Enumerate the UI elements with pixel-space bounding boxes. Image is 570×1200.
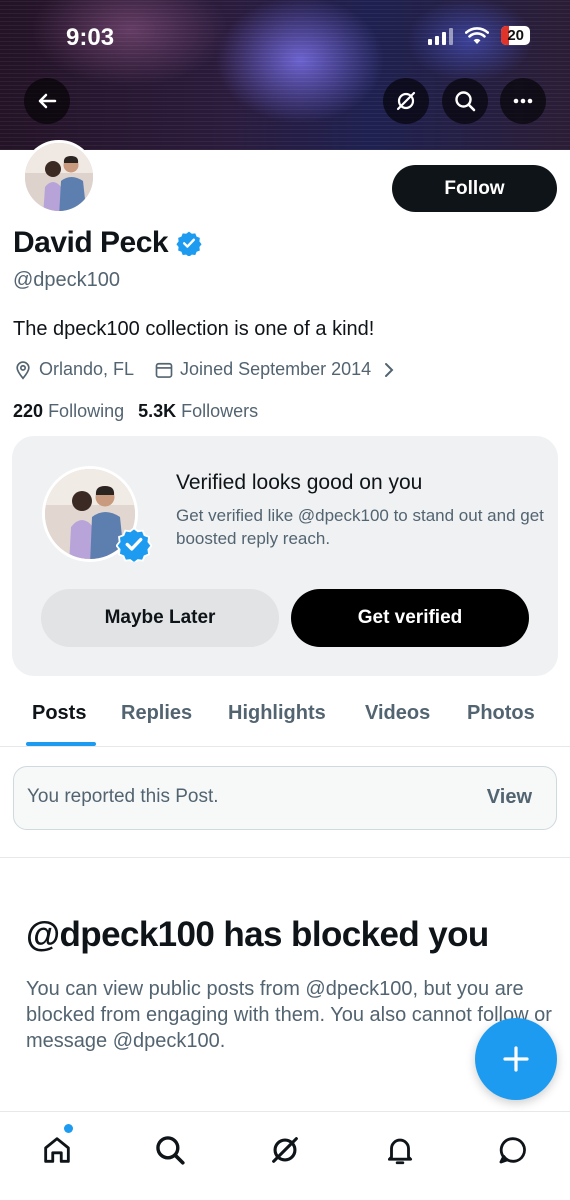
verified-promo-card: Verified looks good on you Get verified … <box>12 436 558 676</box>
tab-replies[interactable]: Replies <box>121 702 192 725</box>
search-button[interactable] <box>442 78 488 124</box>
location-pin-icon <box>16 360 30 380</box>
tab-highlights[interactable]: Highlights <box>228 702 326 725</box>
active-tab-indicator <box>26 742 96 746</box>
nav-messages[interactable] <box>493 1130 533 1170</box>
profile-bio: The dpeck100 collection is one of a kind… <box>13 318 375 340</box>
verified-badge-icon <box>116 527 152 562</box>
divider <box>0 857 570 858</box>
nav-grok[interactable] <box>265 1130 305 1170</box>
grok-button[interactable] <box>383 78 429 124</box>
follow-button[interactable]: Follow <box>392 165 557 212</box>
plus-icon <box>503 1046 529 1072</box>
card-description: Get verified like @dpeck100 to stand out… <box>176 506 544 548</box>
following-link[interactable]: 220 Following <box>13 401 124 422</box>
status-icons: 20 <box>428 26 530 45</box>
more-icon <box>513 98 533 104</box>
home-icon <box>44 1137 70 1163</box>
joined-item[interactable]: Joined September 2014 <box>154 359 397 380</box>
location-text: Orlando, FL <box>39 359 135 379</box>
grok-icon <box>272 1137 298 1163</box>
grok-icon <box>396 91 416 111</box>
back-button[interactable] <box>24 78 70 124</box>
blocked-description: You can view public posts from @dpeck100… <box>26 978 552 1052</box>
profile-name-row: David Peck <box>13 226 202 260</box>
followers-link[interactable]: 5.3K Followers <box>138 401 258 422</box>
get-verified-button[interactable]: Get verified <box>291 589 529 647</box>
profile-avatar[interactable] <box>22 140 96 214</box>
battery-indicator: 20 <box>501 26 530 45</box>
profile-tabs: Posts Replies Highlights Videos Photos <box>0 690 570 747</box>
status-time: 9:03 <box>66 24 115 51</box>
home-notification-dot <box>64 1124 73 1133</box>
search-icon <box>455 91 476 112</box>
notice-text: You reported this Post. <box>27 786 219 807</box>
notifications-icon <box>387 1138 413 1165</box>
calendar-icon <box>155 362 173 378</box>
nav-home[interactable] <box>37 1130 77 1170</box>
joined-text: Joined September 2014 <box>180 359 372 379</box>
bottom-navigation <box>0 1111 570 1200</box>
more-button[interactable] <box>500 78 546 124</box>
chevron-right-icon <box>385 362 394 377</box>
follow-counts: 220 Following 5.3K Followers <box>13 401 258 422</box>
search-icon <box>156 1136 185 1165</box>
tab-posts[interactable]: Posts <box>32 702 86 725</box>
wifi-icon <box>465 26 490 44</box>
avatar-photo <box>25 143 93 211</box>
card-title: Verified looks good on you <box>176 471 423 494</box>
profile-handle: @dpeck100 <box>13 269 121 291</box>
signal-icon <box>428 27 454 45</box>
profile-meta: Orlando, FL Joined September 2014 <box>13 359 417 380</box>
profile-banner[interactable]: 9:03 20 <box>0 0 570 150</box>
back-arrow-icon <box>38 93 57 109</box>
maybe-later-button[interactable]: Maybe Later <box>41 589 279 647</box>
verified-badge-icon[interactable] <box>176 230 202 256</box>
reported-post-notice: You reported this Post. View <box>13 766 557 830</box>
location-item: Orlando, FL <box>13 359 134 380</box>
tab-videos[interactable]: Videos <box>365 702 430 725</box>
tab-photos[interactable]: Photos <box>467 702 535 725</box>
nav-search[interactable] <box>150 1130 190 1170</box>
messages-icon <box>499 1137 526 1164</box>
blocked-title: @dpeck100 has blocked you <box>26 915 489 954</box>
compose-button[interactable] <box>475 1018 557 1100</box>
nav-notifications[interactable] <box>380 1130 420 1170</box>
view-button[interactable]: View <box>487 786 532 809</box>
profile-name: David Peck <box>13 226 169 259</box>
